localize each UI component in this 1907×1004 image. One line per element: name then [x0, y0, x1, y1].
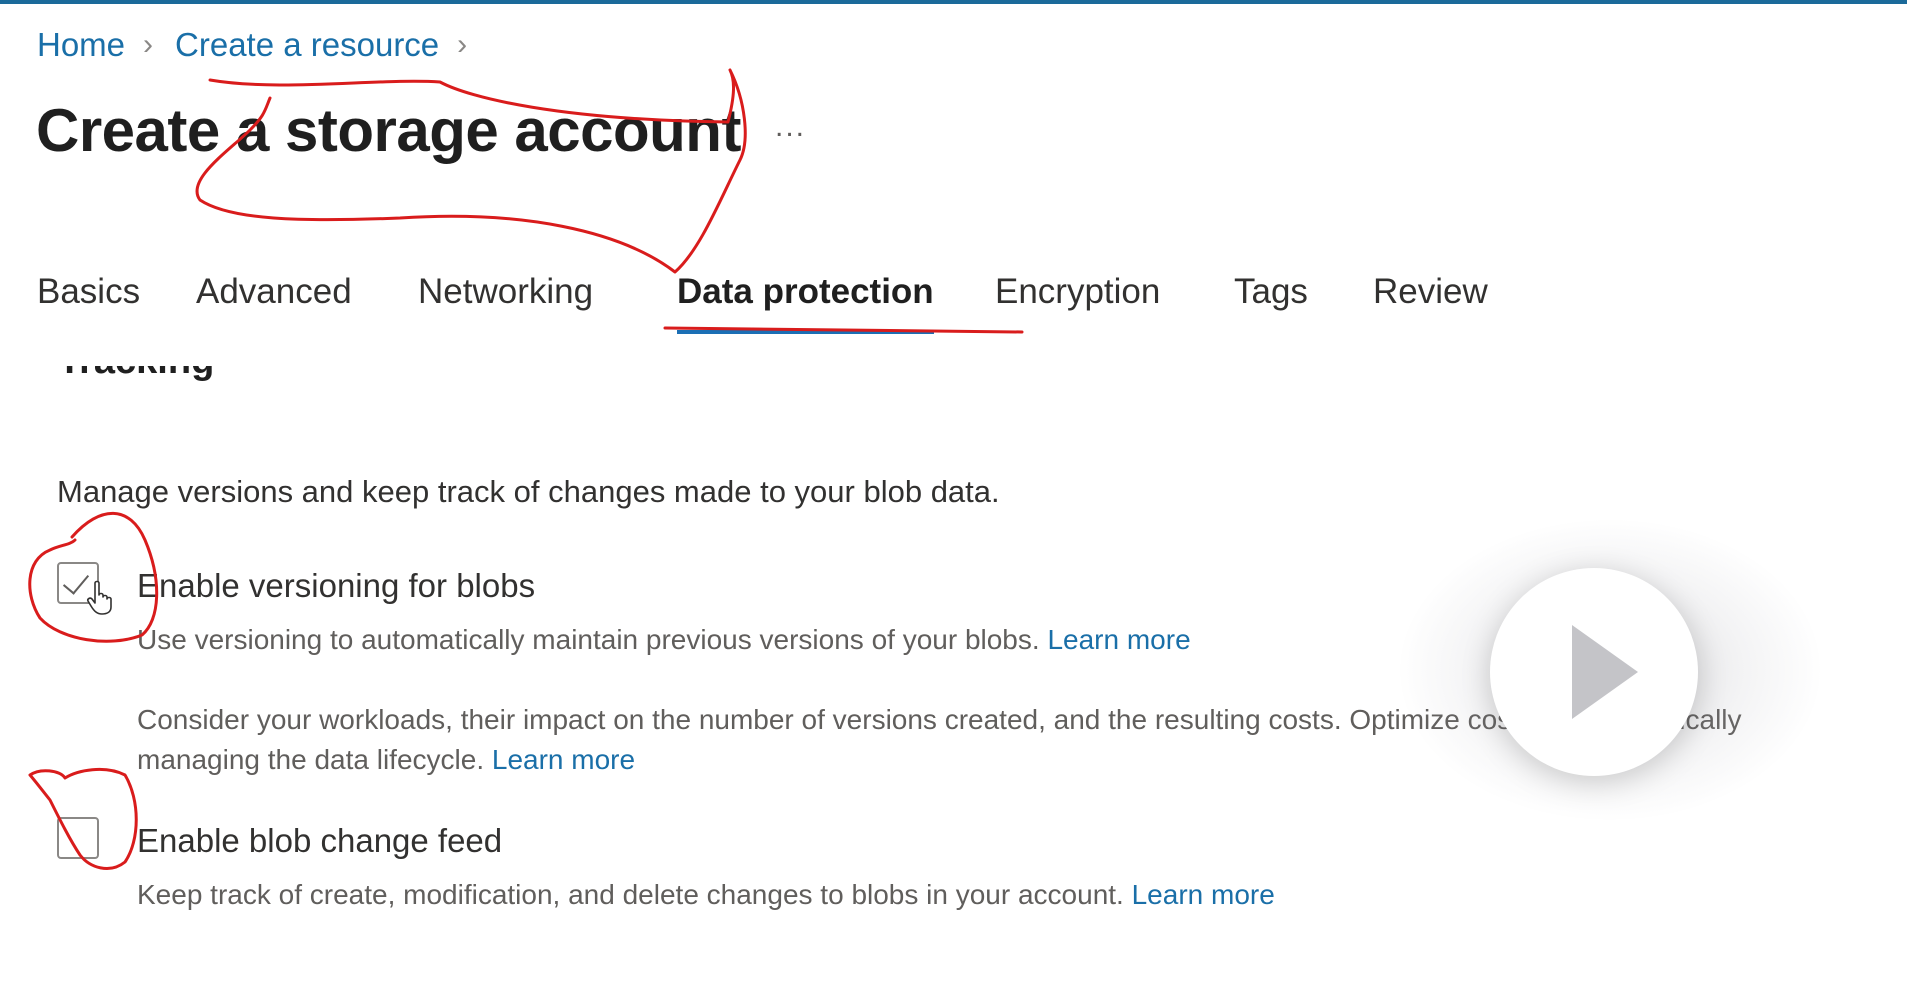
more-options-button[interactable]: ... [775, 110, 806, 144]
tab-data-protection[interactable]: Data protection [677, 272, 934, 312]
change-feed-description: Keep track of create, modification, and … [137, 879, 1275, 910]
top-accent-bar [0, 0, 1907, 4]
page-title: Create a storage account [36, 97, 741, 164]
hand-cursor-icon [87, 580, 112, 615]
tab-encryption[interactable]: Encryption [995, 272, 1160, 312]
lifecycle-learn-more-link[interactable]: Learn more [492, 744, 635, 775]
chevron-right-icon: › [143, 28, 154, 61]
active-tab-indicator [677, 330, 934, 334]
versioning-label[interactable]: Enable versioning for blobs [137, 567, 535, 605]
tab-basics[interactable]: Basics [37, 272, 140, 312]
play-button[interactable] [1490, 568, 1698, 776]
change-feed-label[interactable]: Enable blob change feed [137, 822, 502, 860]
breadcrumb-home-link[interactable]: Home [37, 26, 125, 64]
change-feed-learn-more-link[interactable]: Learn more [1132, 879, 1275, 910]
tab-networking[interactable]: Networking [418, 272, 593, 312]
breadcrumb: Home › Create a resource › [37, 26, 489, 64]
tab-review[interactable]: Review [1373, 272, 1488, 312]
versioning-description: Use versioning to automatically maintain… [137, 624, 1191, 655]
versioning-learn-more-link[interactable]: Learn more [1047, 624, 1190, 655]
section-heading: Tracking [58, 366, 214, 406]
change-feed-checkbox[interactable] [57, 817, 99, 859]
tab-tags[interactable]: Tags [1234, 272, 1308, 312]
chevron-right-icon: › [457, 28, 468, 61]
play-icon [1572, 625, 1638, 719]
section-description: Manage versions and keep track of change… [57, 474, 1000, 509]
tab-advanced[interactable]: Advanced [196, 272, 352, 312]
breadcrumb-create-resource-link[interactable]: Create a resource [175, 26, 439, 64]
